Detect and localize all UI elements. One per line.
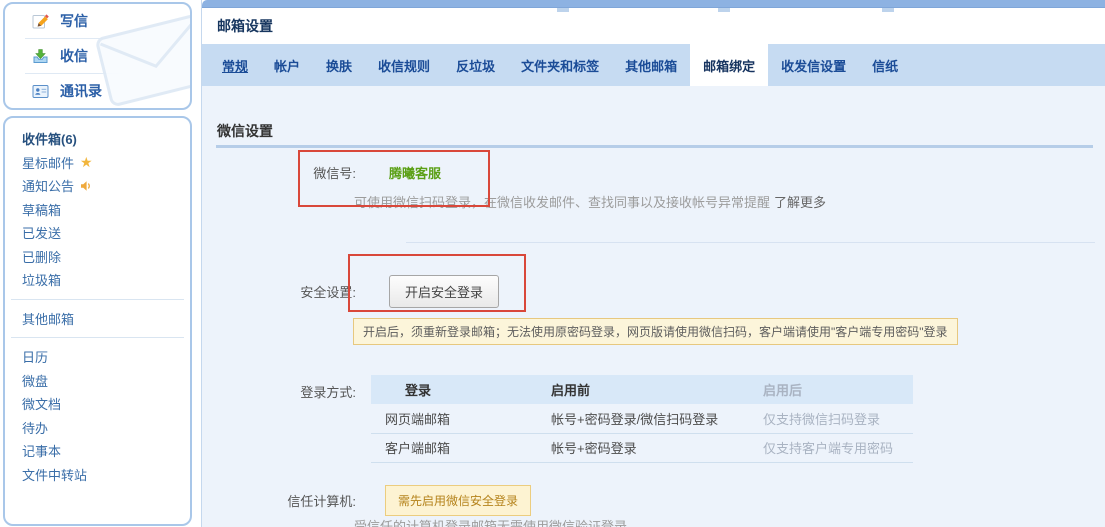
settings-main-panel: 邮箱设置 常规 帐户 换肤 收信规则 反垃圾 文件夹和标签 其他邮箱 邮箱绑定 … bbox=[201, 0, 1105, 527]
settings-tabbar: 常规 帐户 换肤 收信规则 反垃圾 文件夹和标签 其他邮箱 邮箱绑定 收发信设置… bbox=[202, 44, 1105, 86]
tab-general[interactable]: 常规 bbox=[209, 44, 261, 86]
sidebar-item-compose[interactable]: 写信 bbox=[5, 4, 190, 38]
column-header: 启用前 bbox=[537, 375, 749, 404]
settings-content: 微信设置 微信号: 腾曦客服 可使用微信扫码登录，在微信收发邮件、查找同事以及接… bbox=[202, 86, 1105, 527]
sidebar-actions-panel: 写信 收信 通讯录 bbox=[3, 2, 192, 110]
sidebar-item-sent[interactable]: 已发送 bbox=[5, 221, 190, 245]
column-header: 启用后 bbox=[749, 375, 913, 404]
sidebar-item-label: 收信 bbox=[60, 46, 88, 66]
tab-mailbox-binding[interactable]: 邮箱绑定 bbox=[690, 44, 768, 86]
trusted-computer-desc: 受信任的计算机登录邮箱无需使用微信验证登录 bbox=[354, 516, 627, 527]
tab-skin[interactable]: 换肤 bbox=[313, 44, 365, 86]
sidebar-item-calendar[interactable]: 日历 bbox=[5, 345, 190, 369]
sidebar-item-deleted[interactable]: 已删除 bbox=[5, 245, 190, 269]
tab-stationery[interactable]: 信纸 bbox=[859, 44, 911, 86]
top-blue-bar bbox=[202, 0, 1105, 8]
column-header: 登录 bbox=[371, 375, 537, 404]
login-methods-row: 登录方式: 登录 启用前 启用后 网页端邮箱 帐号+密码登录/微信扫码登录 仅支… bbox=[202, 375, 1105, 463]
wechat-id-row: 微信号: 腾曦客服 bbox=[202, 163, 1105, 182]
topbar-mark bbox=[718, 8, 730, 12]
sidebar-item-weidoc[interactable]: 微文档 bbox=[5, 392, 190, 416]
wechat-id-value: 腾曦客服 bbox=[389, 163, 441, 182]
sidebar-item-weipan[interactable]: 微盘 bbox=[5, 369, 190, 393]
sidebar-item-notes[interactable]: 记事本 bbox=[5, 439, 190, 463]
sidebar-item-other-mailbox[interactable]: 其他邮箱 bbox=[5, 307, 190, 331]
sidebar-item-receive[interactable]: 收信 bbox=[5, 39, 190, 73]
page-title: 邮箱设置 bbox=[217, 16, 273, 36]
wechat-id-label: 微信号: bbox=[202, 163, 356, 182]
topbar-mark bbox=[882, 8, 894, 12]
sidebar-item-contacts[interactable]: 通讯录 bbox=[5, 74, 190, 108]
speaker-icon bbox=[80, 180, 93, 192]
sidebar-item-starred[interactable]: 星标邮件 ★ bbox=[5, 151, 190, 175]
sidebar-item-drafts[interactable]: 草稿箱 bbox=[5, 198, 190, 222]
inbox-icon bbox=[32, 48, 50, 65]
enable-secure-login-button[interactable]: 开启安全登录 bbox=[389, 275, 499, 308]
learn-more-link[interactable]: 了解更多 bbox=[774, 195, 826, 210]
topbar-mark bbox=[557, 8, 569, 12]
sidebar-item-label: 写信 bbox=[60, 11, 88, 31]
tab-account[interactable]: 帐户 bbox=[261, 44, 313, 86]
sidebar-item-spam[interactable]: 垃圾箱 bbox=[5, 268, 190, 292]
login-methods-table: 登录 启用前 启用后 网页端邮箱 帐号+密码登录/微信扫码登录 仅支持微信扫码登… bbox=[371, 375, 913, 463]
trusted-computer-label: 信任计算机: bbox=[202, 485, 356, 510]
wechat-desc: 可使用微信扫码登录，在微信收发邮件、查找同事以及接收帐号异常提醒了解更多 bbox=[354, 192, 826, 211]
title-bar: 邮箱设置 bbox=[202, 8, 1105, 44]
trusted-computer-badge: 需先启用微信安全登录 bbox=[385, 485, 531, 516]
divider bbox=[11, 299, 184, 300]
divider bbox=[11, 337, 184, 338]
sidebar-item-announcements[interactable]: 通知公告 bbox=[5, 174, 190, 198]
sidebar: 写信 收信 通讯录 收件箱(6) 星标邮件 bbox=[3, 2, 192, 526]
security-settings-label: 安全设置: bbox=[202, 282, 356, 301]
section-heading: 微信设置 bbox=[217, 121, 273, 141]
login-methods-label: 登录方式: bbox=[202, 375, 356, 401]
secure-login-tooltip: 开启后，须重新登录邮箱；无法使用原密码登录，网页版请使用微信扫码，客户端请使用"… bbox=[353, 318, 958, 345]
compose-icon bbox=[32, 13, 50, 30]
tab-send-receive[interactable]: 收发信设置 bbox=[768, 44, 859, 86]
heading-rule bbox=[216, 145, 1093, 148]
tab-antispam[interactable]: 反垃圾 bbox=[443, 44, 508, 86]
star-icon: ★ bbox=[80, 155, 93, 169]
security-settings-row: 安全设置: 开启安全登录 bbox=[202, 275, 1105, 308]
table-header-row: 登录 启用前 启用后 bbox=[371, 375, 913, 404]
sidebar-folders-panel: 收件箱(6) 星标邮件 ★ 通知公告 草稿箱 已发送 已删除 垃圾箱 bbox=[3, 116, 192, 526]
contacts-icon bbox=[32, 83, 50, 100]
sidebar-item-label: 通讯录 bbox=[60, 81, 102, 101]
tab-other-mailbox[interactable]: 其他邮箱 bbox=[612, 44, 690, 86]
tab-mail-rules[interactable]: 收信规则 bbox=[365, 44, 443, 86]
table-row: 客户端邮箱 帐号+密码登录 仅支持客户端专用密码 bbox=[371, 433, 913, 462]
sidebar-item-file-transfer[interactable]: 文件中转站 bbox=[5, 463, 190, 487]
sidebar-item-inbox[interactable]: 收件箱(6) bbox=[5, 127, 190, 151]
table-row: 网页端邮箱 帐号+密码登录/微信扫码登录 仅支持微信扫码登录 bbox=[371, 404, 913, 433]
tab-folders-labels[interactable]: 文件夹和标签 bbox=[508, 44, 612, 86]
sidebar-item-todo[interactable]: 待办 bbox=[5, 416, 190, 440]
divider bbox=[406, 242, 1095, 243]
trusted-computer-row: 信任计算机: 需先启用微信安全登录 bbox=[202, 485, 1105, 516]
